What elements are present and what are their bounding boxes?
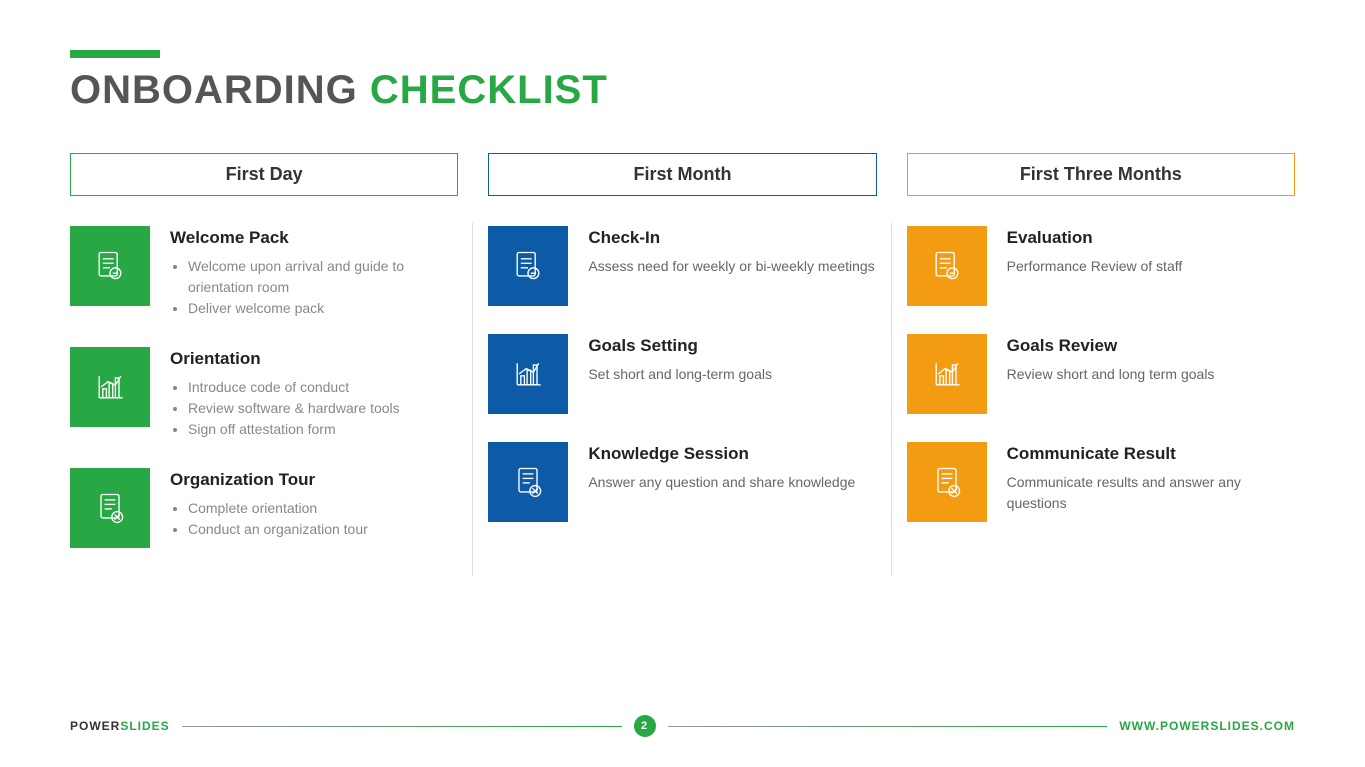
item-body: Organization Tour Complete orientationCon… (170, 468, 458, 540)
item-body: Check-In Assess need for weekly or bi-wee… (588, 226, 876, 277)
accent-bar (70, 50, 160, 58)
docx-icon (70, 468, 150, 548)
item-body: Orientation Introduce code of conductRevi… (170, 347, 458, 440)
column-divider (472, 223, 473, 576)
item-body: Evaluation Performance Review of staff (1007, 226, 1295, 277)
item-description: Set short and long-term goals (588, 364, 876, 385)
doc-icon (488, 226, 568, 306)
checklist-item: Check-In Assess need for weekly or bi-wee… (488, 226, 876, 306)
bullet-item: Review software & hardware tools (188, 398, 458, 419)
column-header: First Day (70, 153, 458, 196)
item-bullets: Welcome upon arrival and guide to orient… (170, 256, 458, 319)
item-body: Goals Setting Set short and long-term goa… (588, 334, 876, 385)
footer-line-left (182, 726, 622, 727)
slide: ONBOARDING CHECKLIST First Day Welcome Pa… (0, 0, 1365, 576)
docx-icon (488, 442, 568, 522)
item-body: Communicate Result Communicate results an… (1007, 442, 1295, 514)
footer-line-right (668, 726, 1108, 727)
docx-icon (907, 442, 987, 522)
footer-url: WWW.POWERSLIDES.COM (1119, 719, 1295, 733)
item-title: Goals Review (1007, 336, 1295, 356)
column-2: First Three Months Evaluation Performance … (907, 153, 1295, 576)
item-body: Welcome Pack Welcome upon arrival and gui… (170, 226, 458, 319)
item-body: Goals Review Review short and long term g… (1007, 334, 1295, 385)
checklist-item: Communicate Result Communicate results an… (907, 442, 1295, 522)
checklist-item: Evaluation Performance Review of staff (907, 226, 1295, 306)
column-1: First Month Check-In Assess need for weekl… (488, 153, 876, 576)
item-title: Communicate Result (1007, 444, 1295, 464)
brand-part1: POWER (70, 719, 120, 733)
page-number: 2 (634, 715, 656, 737)
item-bullets: Complete orientationConduct an organizat… (170, 498, 458, 540)
bullet-item: Introduce code of conduct (188, 377, 458, 398)
checklist-item: Knowledge Session Answer any question and… (488, 442, 876, 522)
item-bullets: Introduce code of conductReview software… (170, 377, 458, 440)
checklist-item: Goals Setting Set short and long-term goa… (488, 334, 876, 414)
bullet-item: Conduct an organization tour (188, 519, 458, 540)
item-title: Orientation (170, 349, 458, 369)
column-divider (891, 223, 892, 576)
bullet-item: Welcome upon arrival and guide to orient… (188, 256, 458, 298)
item-title: Knowledge Session (588, 444, 876, 464)
item-title: Goals Setting (588, 336, 876, 356)
item-title: Evaluation (1007, 228, 1295, 248)
doc-icon (70, 226, 150, 306)
column-0: First Day Welcome Pack Welcome upon arriva… (70, 153, 458, 576)
column-header: First Three Months (907, 153, 1295, 196)
item-description: Communicate results and answer any quest… (1007, 472, 1295, 514)
chart-icon (907, 334, 987, 414)
item-description: Answer any question and share knowledge (588, 472, 876, 493)
checklist-item: Welcome Pack Welcome upon arrival and gui… (70, 226, 458, 319)
item-description: Performance Review of staff (1007, 256, 1295, 277)
checklist-item: Orientation Introduce code of conductRevi… (70, 347, 458, 440)
footer: POWERSLIDES 2 WWW.POWERSLIDES.COM (70, 715, 1295, 737)
item-title: Organization Tour (170, 470, 458, 490)
item-title: Check-In (588, 228, 876, 248)
bullet-item: Complete orientation (188, 498, 458, 519)
title-word2: CHECKLIST (370, 68, 608, 112)
brand-name: POWERSLIDES (70, 719, 170, 733)
item-body: Knowledge Session Answer any question and… (588, 442, 876, 493)
bullet-item: Sign off attestation form (188, 419, 458, 440)
doc-icon (907, 226, 987, 306)
item-description: Assess need for weekly or bi-weekly meet… (588, 256, 876, 277)
brand-part2: SLIDES (120, 719, 169, 733)
chart-icon (488, 334, 568, 414)
checklist-item: Organization Tour Complete orientationCon… (70, 468, 458, 548)
column-header: First Month (488, 153, 876, 196)
page-title: ONBOARDING CHECKLIST (70, 68, 1295, 113)
item-title: Welcome Pack (170, 228, 458, 248)
columns-container: First Day Welcome Pack Welcome upon arriva… (70, 153, 1295, 576)
title-word1: ONBOARDING (70, 68, 358, 112)
checklist-item: Goals Review Review short and long term g… (907, 334, 1295, 414)
item-description: Review short and long term goals (1007, 364, 1295, 385)
chart-icon (70, 347, 150, 427)
bullet-item: Deliver welcome pack (188, 298, 458, 319)
